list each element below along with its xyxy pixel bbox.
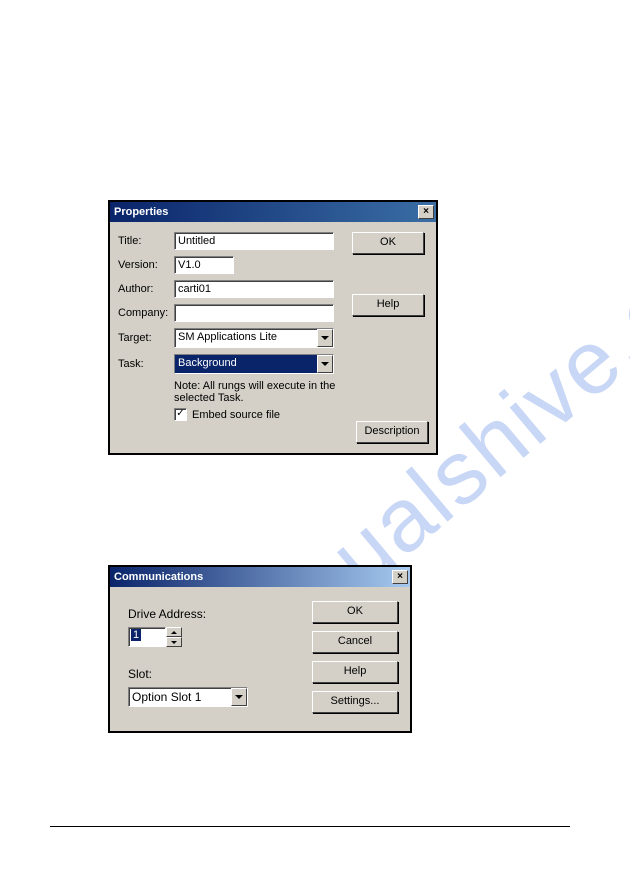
title-label: Title: [118,235,174,247]
properties-titlebar: Properties × [110,202,436,222]
help-button[interactable]: Help [312,661,398,683]
drive-address-input[interactable]: 1 [128,627,166,647]
slot-value: Option Slot 1 [129,688,231,706]
version-label: Version: [118,259,174,271]
task-value: Background [175,355,317,373]
slot-combo[interactable]: Option Slot 1 [128,687,248,707]
task-note: Note: All rungs will execute in the sele… [174,380,343,404]
embed-checkbox[interactable]: ✓ [174,408,187,421]
version-input[interactable] [174,256,234,274]
settings-button[interactable]: Settings... [312,691,398,713]
company-input[interactable] [174,304,334,322]
title-input[interactable] [174,232,334,250]
spinner-down-icon[interactable] [166,637,182,647]
author-input[interactable] [174,280,334,298]
close-icon[interactable]: × [392,570,408,584]
help-button[interactable]: Help [352,294,424,316]
properties-title: Properties [114,206,168,218]
properties-dialog: Properties × Title: Version: Author: Com… [108,200,438,455]
close-icon[interactable]: × [418,205,434,219]
ok-button[interactable]: OK [352,232,424,254]
chevron-down-icon[interactable] [317,355,333,373]
drive-address-label: Drive Address: [128,607,283,621]
communications-titlebar: Communications × [110,567,410,587]
author-label: Author: [118,283,174,295]
target-combo[interactable]: SM Applications Lite [174,328,334,348]
task-label: Task: [118,358,174,370]
slot-label: Slot: [128,667,283,681]
target-label: Target: [118,332,174,344]
company-label: Company: [118,307,174,319]
spinner-up-icon[interactable] [166,627,182,637]
page-divider [50,826,570,827]
communications-dialog: Communications × Drive Address: 1 Slot: … [108,565,412,733]
ok-button[interactable]: OK [312,601,398,623]
embed-label: Embed source file [192,409,280,421]
target-value: SM Applications Lite [175,329,317,347]
cancel-button[interactable]: Cancel [312,631,398,653]
task-combo[interactable]: Background [174,354,334,374]
drive-address-spinner[interactable]: 1 [128,627,283,647]
chevron-down-icon[interactable] [317,329,333,347]
description-button[interactable]: Description [356,421,428,443]
chevron-down-icon[interactable] [231,688,247,706]
communications-title: Communications [114,571,203,583]
